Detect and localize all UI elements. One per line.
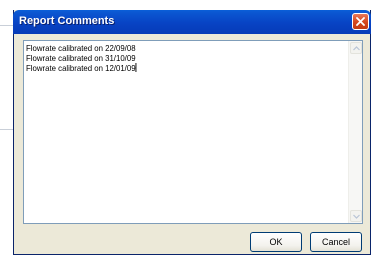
- scroll-up-button[interactable]: [350, 42, 362, 54]
- title-bar[interactable]: Report Comments: [13, 10, 371, 34]
- comment-line-text: Flowrate calibrated on 12/01/09: [26, 63, 136, 73]
- cancel-button[interactable]: Cancel: [310, 232, 362, 252]
- text-caret: [135, 63, 137, 72]
- vertical-scrollbar[interactable]: [348, 41, 362, 223]
- scroll-down-arrow-icon: [353, 214, 360, 219]
- comment-line: Flowrate calibrated on 22/09/08: [26, 43, 136, 53]
- comments-text: Flowrate calibrated on 22/09/08 Flowrate…: [26, 43, 137, 73]
- report-comments-dialog: Report Comments Flowrate calibrated on 2…: [13, 10, 371, 255]
- scroll-up-arrow-icon: [353, 46, 360, 51]
- comment-line: Flowrate calibrated on 31/10/09: [26, 53, 136, 63]
- ok-button[interactable]: OK: [250, 232, 302, 252]
- comments-textarea[interactable]: Flowrate calibrated on 22/09/08 Flowrate…: [23, 40, 363, 224]
- comment-line: Flowrate calibrated on 12/01/09: [26, 63, 137, 73]
- dialog-title: Report Comments: [19, 15, 115, 27]
- scroll-down-button[interactable]: [350, 210, 362, 222]
- close-button[interactable]: [352, 13, 369, 30]
- close-icon: [356, 17, 365, 26]
